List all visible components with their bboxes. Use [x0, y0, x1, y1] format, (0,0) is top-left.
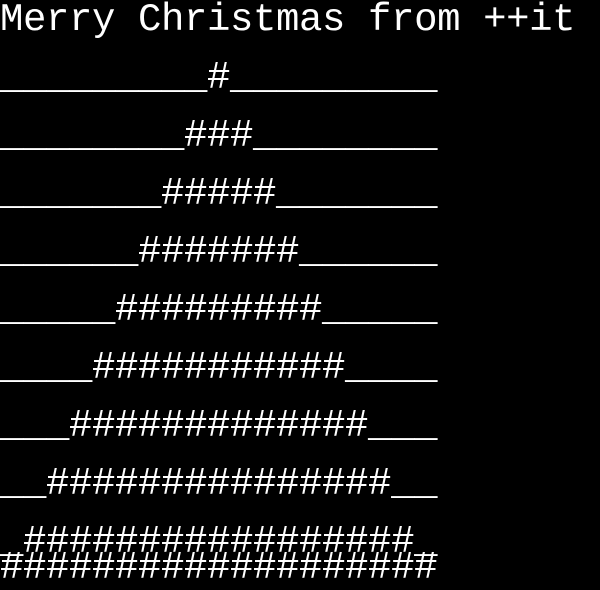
- tree-row-8: __###############__: [0, 462, 438, 506]
- tree-row-2: ________###________: [0, 114, 438, 158]
- greeting-line: Merry Christmas from ++it: [0, 0, 576, 42]
- console-window: Merry Christmas from ++it _________#____…: [0, 0, 600, 588]
- tree-row-1: _________#_________: [0, 56, 438, 100]
- tree-row-4: ______#######______: [0, 230, 438, 274]
- tree-row-10: ###################: [0, 546, 438, 590]
- tree-row-7: ___#############___: [0, 404, 438, 448]
- tree-row-3: _______#####_______: [0, 172, 438, 216]
- tree-row-5: _____#########_____: [0, 288, 438, 332]
- tree-row-6: ____###########____: [0, 346, 438, 390]
